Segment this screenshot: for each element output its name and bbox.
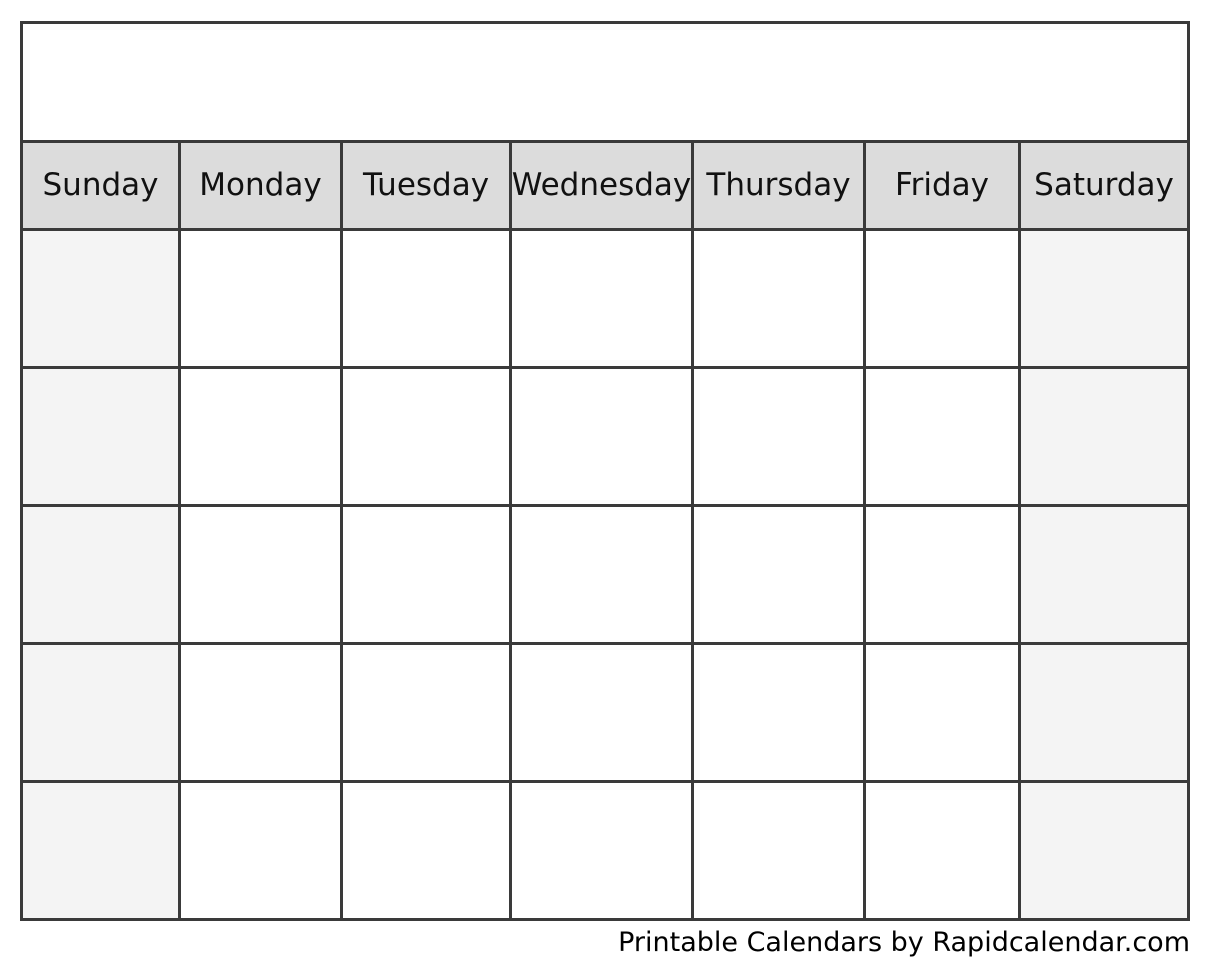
day-cell-wednesday[interactable] bbox=[512, 783, 694, 918]
day-cell-thursday[interactable] bbox=[694, 369, 866, 504]
weekday-header-row: Sunday Monday Tuesday Wednesday Thursday… bbox=[23, 143, 1187, 231]
day-cell-sunday[interactable] bbox=[23, 645, 181, 780]
calendar-week-row bbox=[23, 645, 1187, 783]
calendar-week-row bbox=[23, 231, 1187, 369]
weekday-header-label: Monday bbox=[199, 167, 322, 203]
weekday-header-label: Sunday bbox=[42, 167, 159, 203]
calendar-page: Sunday Monday Tuesday Wednesday Thursday… bbox=[0, 0, 1210, 970]
day-cell-sunday[interactable] bbox=[23, 231, 181, 366]
day-cell-friday[interactable] bbox=[866, 231, 1021, 366]
calendar-table: Sunday Monday Tuesday Wednesday Thursday… bbox=[20, 21, 1190, 921]
calendar-title-row[interactable] bbox=[23, 24, 1187, 143]
day-cell-sunday[interactable] bbox=[23, 369, 181, 504]
day-cell-thursday[interactable] bbox=[694, 231, 866, 366]
calendar-week-row bbox=[23, 783, 1187, 918]
day-cell-sunday[interactable] bbox=[23, 783, 181, 918]
day-cell-saturday[interactable] bbox=[1021, 507, 1187, 642]
day-cell-sunday[interactable] bbox=[23, 507, 181, 642]
weekday-header-saturday: Saturday bbox=[1021, 143, 1187, 228]
weekday-header-thursday: Thursday bbox=[694, 143, 866, 228]
day-cell-monday[interactable] bbox=[181, 783, 343, 918]
day-cell-saturday[interactable] bbox=[1021, 231, 1187, 366]
day-cell-saturday[interactable] bbox=[1021, 645, 1187, 780]
day-cell-friday[interactable] bbox=[866, 369, 1021, 504]
weekday-header-friday: Friday bbox=[866, 143, 1021, 228]
day-cell-tuesday[interactable] bbox=[343, 783, 512, 918]
day-cell-tuesday[interactable] bbox=[343, 645, 512, 780]
day-cell-friday[interactable] bbox=[866, 507, 1021, 642]
day-cell-friday[interactable] bbox=[866, 783, 1021, 918]
day-cell-thursday[interactable] bbox=[694, 645, 866, 780]
weekday-header-label: Tuesday bbox=[362, 167, 490, 203]
day-cell-friday[interactable] bbox=[866, 645, 1021, 780]
day-cell-monday[interactable] bbox=[181, 645, 343, 780]
weekday-header-label: Friday bbox=[895, 167, 989, 203]
day-cell-tuesday[interactable] bbox=[343, 507, 512, 642]
weekday-header-label: Thursday bbox=[706, 167, 851, 203]
day-cell-tuesday[interactable] bbox=[343, 369, 512, 504]
footer-credit: Printable Calendars by Rapidcalendar.com bbox=[618, 927, 1190, 958]
day-cell-tuesday[interactable] bbox=[343, 231, 512, 366]
day-cell-wednesday[interactable] bbox=[512, 645, 694, 780]
calendar-week-row bbox=[23, 507, 1187, 645]
weekday-header-sunday: Sunday bbox=[23, 143, 181, 228]
day-cell-monday[interactable] bbox=[181, 507, 343, 642]
weekday-header-label: Saturday bbox=[1034, 167, 1174, 203]
calendar-week-row bbox=[23, 369, 1187, 507]
weekday-header-tuesday: Tuesday bbox=[343, 143, 512, 228]
day-cell-monday[interactable] bbox=[181, 231, 343, 366]
day-cell-thursday[interactable] bbox=[694, 783, 866, 918]
day-cell-thursday[interactable] bbox=[694, 507, 866, 642]
day-cell-saturday[interactable] bbox=[1021, 783, 1187, 918]
day-cell-wednesday[interactable] bbox=[512, 369, 694, 504]
weekday-header-label: Wednesday bbox=[512, 167, 692, 203]
day-cell-wednesday[interactable] bbox=[512, 231, 694, 366]
day-cell-saturday[interactable] bbox=[1021, 369, 1187, 504]
weekday-header-monday: Monday bbox=[181, 143, 343, 228]
day-cell-monday[interactable] bbox=[181, 369, 343, 504]
weekday-header-wednesday: Wednesday bbox=[512, 143, 694, 228]
day-cell-wednesday[interactable] bbox=[512, 507, 694, 642]
